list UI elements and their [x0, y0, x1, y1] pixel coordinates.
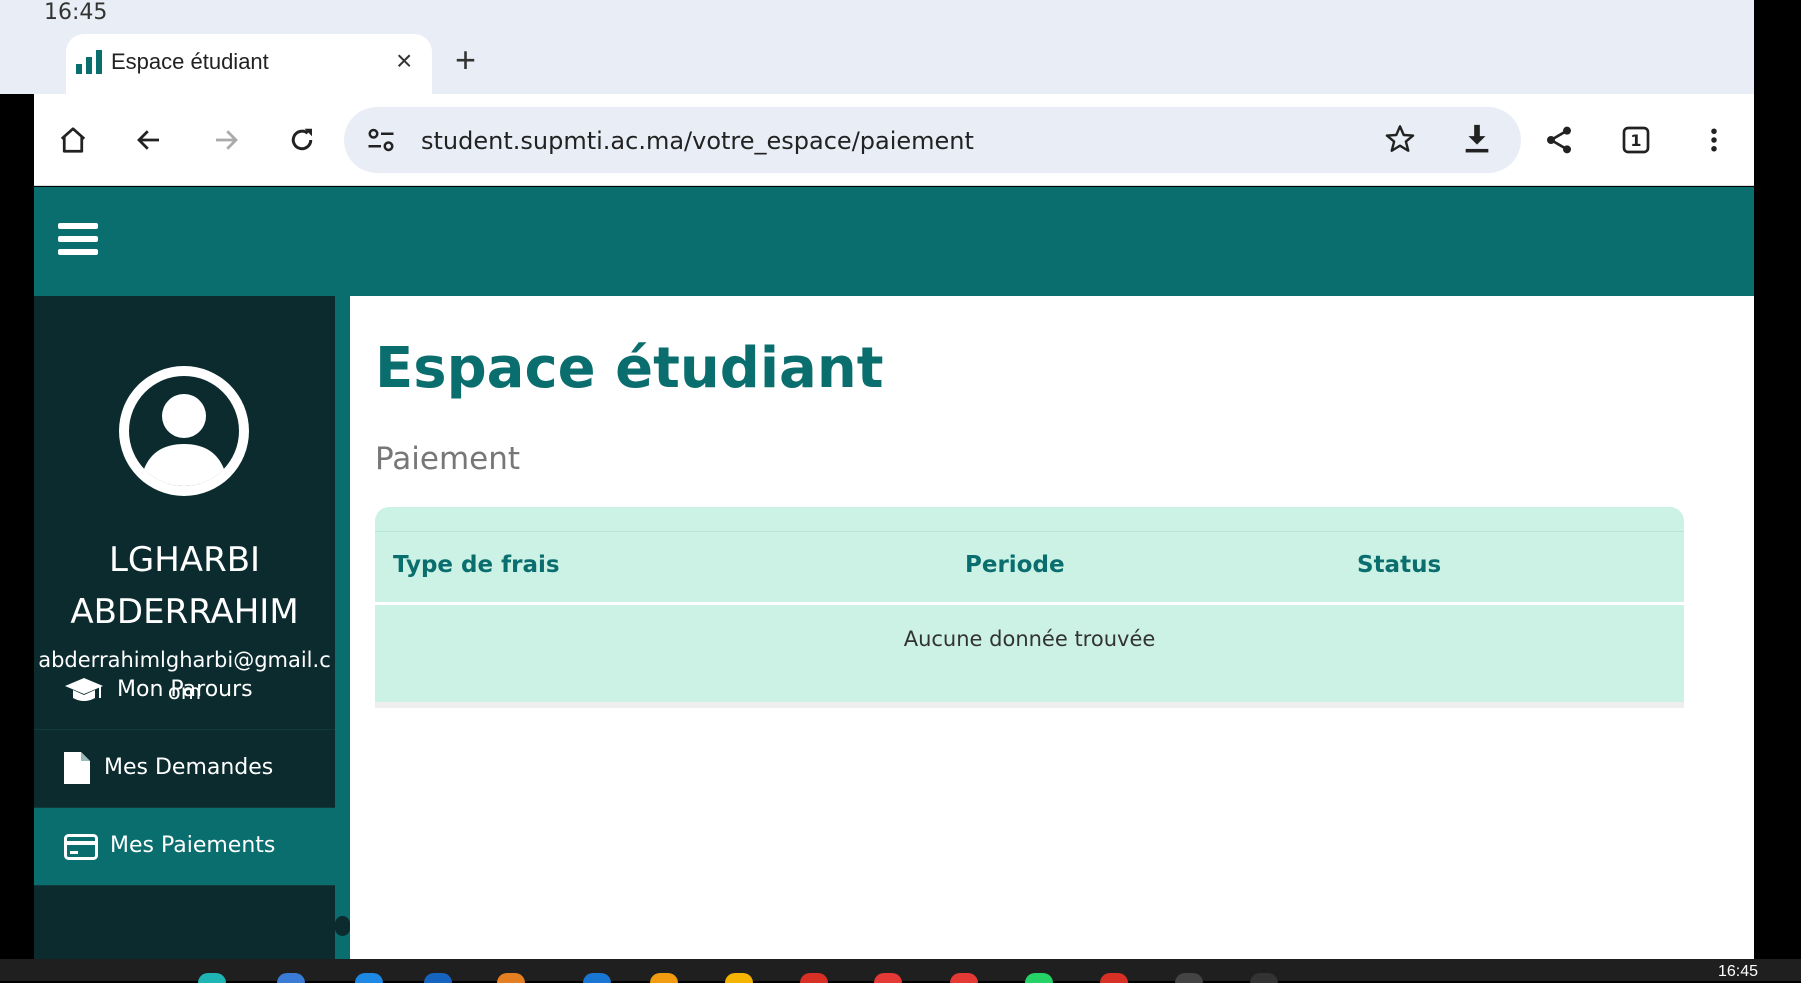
bar-chart-icon — [76, 50, 102, 74]
close-tab-icon[interactable]: × — [396, 46, 412, 76]
back-arrow-icon[interactable] — [127, 118, 171, 162]
bookmark-star-icon[interactable] — [1384, 123, 1416, 155]
site-settings-icon[interactable] — [366, 125, 396, 155]
hamburger-menu-icon[interactable] — [58, 223, 98, 259]
taskbar-app-icon[interactable] — [583, 973, 611, 983]
tab-switcher-button[interactable]: 1 — [1614, 118, 1658, 162]
sidebar-item-label: Mes Paiements — [110, 833, 276, 858]
main-content: Espace étudiant Paiement Type de frais P… — [350, 296, 1754, 959]
taskbar-app-icon[interactable] — [1025, 973, 1053, 983]
sidebar-scrollbar[interactable] — [335, 296, 350, 959]
system-status-bar: 16:45 — [0, 0, 1754, 32]
user-avatar-icon — [119, 366, 249, 496]
taskbar-app-icon[interactable] — [198, 973, 226, 983]
url-text[interactable]: student.supmti.ac.ma/votre_espace/paieme… — [421, 127, 974, 155]
column-header-status: Status — [1357, 552, 1442, 578]
new-tab-button[interactable]: + — [455, 42, 476, 78]
svg-text:1: 1 — [1630, 131, 1641, 150]
screen-border — [1754, 0, 1801, 959]
share-icon[interactable] — [1537, 118, 1581, 162]
taskbar-app-icon[interactable] — [424, 973, 452, 983]
reload-icon[interactable] — [280, 118, 324, 162]
status-time: 16:45 — [44, 0, 108, 25]
sidebar-item-mes-paiements[interactable]: Mes Paiements — [34, 808, 335, 886]
taskbar-app-icon[interactable] — [725, 973, 753, 983]
empty-table-message: Aucune donnée trouvée — [903, 627, 1156, 651]
file-icon — [64, 752, 90, 784]
address-bar[interactable]: student.supmti.ac.ma/votre_espace/paieme… — [344, 107, 1521, 173]
app-header — [34, 187, 1754, 296]
sidebar-item-mon-parours[interactable]: Mon Parours — [34, 652, 335, 730]
browser-toolbar: student.supmti.ac.ma/votre_espace/paieme… — [34, 94, 1754, 186]
download-icon[interactable] — [1460, 121, 1494, 157]
tab-title: Espace étudiant — [111, 49, 269, 74]
column-header-periode: Periode — [965, 552, 1065, 578]
more-menu-icon[interactable] — [1692, 118, 1736, 162]
sidebar-item-label: Mon Parours — [117, 677, 253, 702]
taskbar-app-icon[interactable] — [1100, 973, 1128, 983]
payments-table: Type de frais Periode Status Aucune donn… — [375, 507, 1684, 702]
taskbar-app-icon[interactable] — [277, 973, 305, 983]
home-icon[interactable] — [51, 118, 95, 162]
sidebar-item-mes-demandes[interactable]: Mes Demandes — [34, 730, 335, 808]
browser-tab[interactable]: Espace étudiant × — [66, 34, 432, 94]
column-header-type-de-frais: Type de frais — [393, 552, 560, 578]
taskbar-clock: 16:45 — [1718, 963, 1759, 980]
sidebar-item-label: Mes Demandes — [104, 755, 274, 780]
taskbar-app-icon[interactable] — [950, 973, 978, 983]
taskbar-app-icon[interactable] — [800, 973, 828, 983]
page-title: Espace étudiant — [375, 336, 884, 401]
taskbar-app-icon[interactable] — [650, 973, 678, 983]
taskbar-app-icon[interactable] — [1175, 973, 1203, 983]
taskbar: 16:45 — [0, 959, 1801, 983]
taskbar-app-icon[interactable] — [497, 973, 525, 983]
taskbar-app-icon[interactable] — [355, 973, 383, 983]
taskbar-app-icon[interactable] — [1250, 973, 1278, 983]
graduation-cap-icon — [65, 678, 103, 701]
tab-strip: Espace étudiant × + — [0, 32, 1754, 94]
taskbar-app-icon[interactable] — [874, 973, 902, 983]
page-subtitle: Paiement — [375, 441, 521, 477]
sidebar: LGHARBI ABDERRAHIM abderrahimlgharbi@gma… — [34, 296, 335, 959]
forward-arrow-icon[interactable] — [204, 118, 248, 162]
credit-card-icon — [64, 834, 98, 860]
user-name: LGHARBI ABDERRAHIM — [70, 540, 299, 632]
